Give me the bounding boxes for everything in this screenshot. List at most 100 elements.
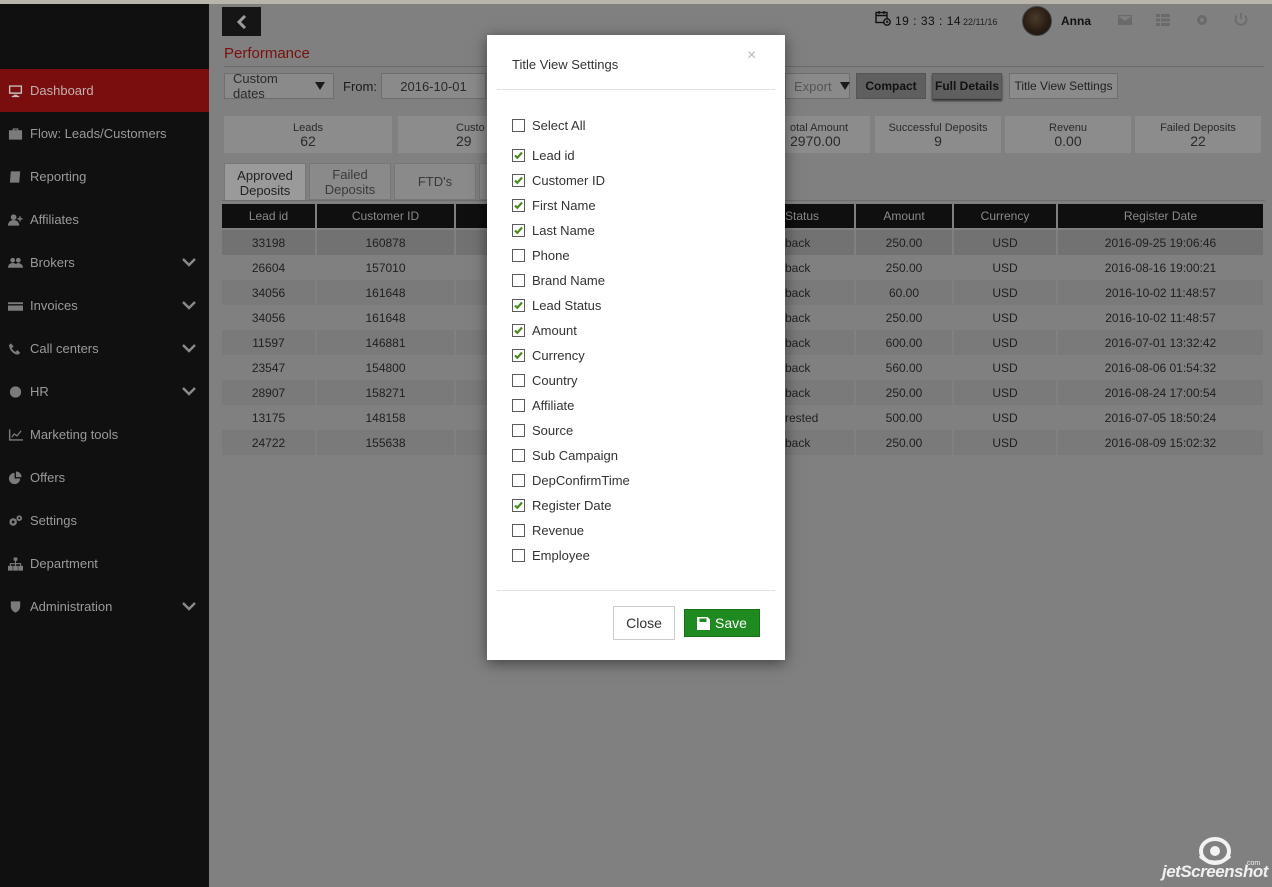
export-select[interactable]: Export	[785, 73, 850, 99]
option-source[interactable]: Source	[512, 420, 573, 440]
tab-label-line2: Deposits	[324, 181, 376, 197]
checkbox[interactable]	[512, 323, 525, 337]
gear-icon[interactable]	[1194, 13, 1210, 27]
checkbox[interactable]	[512, 448, 525, 462]
date-range-select[interactable]: Custom dates	[224, 71, 334, 101]
sidebar-item-label: Dashboard	[30, 83, 94, 98]
sidebar-logo-area	[0, 4, 209, 69]
option-label: Sub Campaign	[532, 447, 618, 463]
option-last-name[interactable]: Last Name	[512, 220, 595, 240]
chart-line-icon	[0, 428, 30, 442]
back-button[interactable]	[222, 7, 261, 36]
sidebar-item-call-centers[interactable]: Call centers	[0, 327, 209, 370]
checkbox[interactable]	[512, 373, 525, 387]
sidebar-item-invoices[interactable]: Invoices	[0, 284, 209, 327]
option-customer-id[interactable]: Customer ID	[512, 170, 605, 190]
save-button[interactable]: Save	[684, 609, 760, 637]
option-brand-name[interactable]: Brand Name	[512, 270, 605, 290]
power-icon[interactable]	[1233, 13, 1249, 27]
sidebar-item-affiliates[interactable]: Affiliates	[0, 198, 209, 241]
option-select-all[interactable]: Select All	[512, 115, 585, 135]
option-amount[interactable]: Amount	[512, 320, 577, 340]
sidebar-item-label: Offers	[30, 470, 66, 485]
sidebar-item-reporting[interactable]: Reporting	[0, 155, 209, 198]
chevron-down-icon	[169, 344, 209, 353]
list-icon[interactable]	[1155, 13, 1171, 27]
column-header-hidden[interactable]	[456, 204, 488, 228]
phone-icon	[0, 342, 30, 356]
option-lead-id[interactable]: Lead id	[512, 145, 575, 165]
user-plus-icon	[0, 213, 30, 227]
option-affiliate[interactable]: Affiliate	[512, 395, 574, 415]
full-details-button[interactable]: Full Details	[932, 73, 1002, 99]
sidebar-item-marketing-tools[interactable]: Marketing tools	[0, 413, 209, 456]
column-header-customer-id[interactable]: Customer ID	[317, 204, 454, 228]
checkbox[interactable]	[512, 548, 525, 562]
stat-value: 0.00	[1054, 133, 1082, 149]
tab-failed-deposits[interactable]: Failed Deposits	[309, 163, 391, 200]
option-revenue[interactable]: Revenue	[512, 520, 584, 540]
checkbox[interactable]	[512, 173, 525, 187]
checkbox[interactable]	[512, 423, 525, 437]
tab-label-line1: Failed	[332, 166, 368, 182]
column-header-status[interactable]: Status	[785, 204, 854, 228]
sidebar-item-administration[interactable]: Administration	[0, 585, 209, 628]
option-sub-campaign[interactable]: Sub Campaign	[512, 445, 618, 465]
header-label: Register Date	[1123, 209, 1198, 223]
tab-ftds[interactable]: FTD's	[394, 163, 476, 200]
from-date-input[interactable]: 2016-10-01	[381, 73, 486, 99]
chevron-left-icon	[236, 14, 246, 29]
checkbox[interactable]	[512, 498, 525, 512]
option-phone[interactable]: Phone	[512, 245, 570, 265]
checkbox[interactable]	[512, 248, 525, 262]
sidebar-item-brokers[interactable]: Brokers	[0, 241, 209, 284]
sidebar-item-hr[interactable]: HR	[0, 370, 209, 413]
checkbox[interactable]	[512, 523, 525, 537]
column-header-register-date[interactable]: Register Date	[1058, 204, 1263, 228]
option-country[interactable]: Country	[512, 370, 578, 390]
checkbox[interactable]	[512, 298, 525, 312]
checkbox[interactable]	[512, 273, 525, 287]
sidebar-item-department[interactable]: Department	[0, 542, 209, 585]
title-view-settings-button[interactable]: Title View Settings	[1009, 73, 1118, 99]
option-depconfirmtime[interactable]: DepConfirmTime	[512, 470, 630, 490]
option-first-name[interactable]: First Name	[512, 195, 596, 215]
compact-button[interactable]: Compact	[856, 73, 926, 99]
stat-value: 2970.00	[790, 133, 841, 149]
checkbox[interactable]	[512, 398, 525, 412]
checkbox[interactable]	[512, 198, 525, 212]
avatar[interactable]	[1022, 6, 1052, 36]
checkbox[interactable]	[512, 473, 525, 487]
stat-revenue: Revenu 0.00	[1005, 116, 1131, 153]
column-header-lead-id[interactable]: Lead id	[222, 204, 315, 228]
username[interactable]: Anna	[1061, 14, 1091, 28]
stat-failed-deposits: Failed Deposits 22	[1135, 116, 1261, 153]
mail-icon[interactable]	[1117, 13, 1133, 27]
tab-approved-deposits[interactable]: Approved Deposits	[224, 163, 306, 201]
credit-card-icon	[0, 299, 30, 313]
close-icon[interactable]: ×	[747, 47, 756, 65]
book-icon	[0, 170, 30, 184]
sidebar-item-settings[interactable]: Settings	[0, 499, 209, 542]
column-header-amount[interactable]: Amount	[856, 204, 952, 228]
close-button[interactable]: Close	[613, 606, 675, 640]
sidebar-item-label: Administration	[30, 599, 113, 614]
option-currency[interactable]: Currency	[512, 345, 585, 365]
sidebar-item-label: Flow: Leads/Customers	[30, 126, 167, 141]
header-label: Currency	[980, 209, 1030, 223]
checkbox[interactable]	[512, 223, 525, 237]
sidebar-item-flow-leads-customers[interactable]: Flow: Leads/Customers	[0, 112, 209, 155]
option-register-date[interactable]: Register Date	[512, 495, 611, 515]
checkbox[interactable]	[512, 148, 525, 162]
sidebar-item-offers[interactable]: Offers	[0, 456, 209, 499]
checkbox[interactable]	[512, 118, 525, 132]
checkbox[interactable]	[512, 348, 525, 362]
stat-value: 62	[300, 133, 316, 149]
column-header-currency[interactable]: Currency	[954, 204, 1056, 228]
option-lead-status[interactable]: Lead Status	[512, 295, 601, 315]
watermark-suffix: .com	[1245, 860, 1261, 867]
sidebar-item-dashboard[interactable]: Dashboard	[0, 69, 209, 112]
calendar-clock-icon	[875, 10, 891, 26]
clock-date: 22/11/16	[963, 17, 998, 27]
option-employee[interactable]: Employee	[512, 545, 590, 565]
